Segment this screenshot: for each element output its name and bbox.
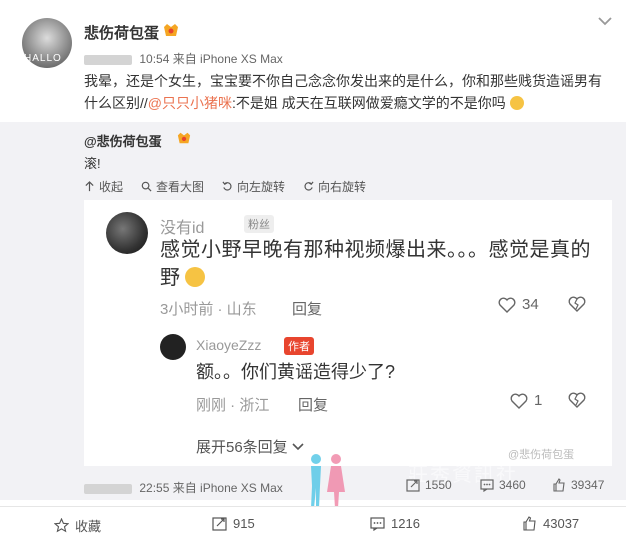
blurred-date <box>84 483 132 494</box>
expand-replies-label: 展开56条回复 <box>196 439 288 456</box>
collapse-label: 收起 <box>99 179 124 194</box>
comment1-text-body: 感觉小野早晚有那种视频爆出来。。。感觉是真的野 <box>160 239 591 289</box>
thumbs-up-icon <box>523 516 536 531</box>
embedded-image[interactable]: 没有id 粉丝 感觉小野早晚有那种视频爆出来。。。感觉是真的野 3小时前 · 山… <box>84 200 612 466</box>
comment2-text: 额。。你们黄谣造得少了? <box>196 362 396 382</box>
expand-replies: 展开56条回复 <box>196 436 304 457</box>
rotate-right-icon <box>304 181 314 191</box>
comment1-name: 没有id <box>160 220 205 237</box>
like-button[interactable]: 43037 <box>522 516 579 531</box>
share-icon <box>212 517 227 531</box>
repost-button[interactable]: 915 <box>212 516 255 531</box>
heart-icon <box>510 393 528 409</box>
collapse-button[interactable]: 收起 <box>84 178 123 194</box>
author-badge: 作者 <box>284 337 314 355</box>
post-meta: 10:54 来自 iPhone XS Max <box>84 50 283 67</box>
like-count: 39347 <box>571 478 605 492</box>
comment2-meta: 刚刚 · 浙江 <box>196 397 270 414</box>
rotate-right-label: 向右旋转 <box>318 179 367 194</box>
post-text-after: :不是姐 成天在互联网做爱瘾文学的不是你吗 <box>232 95 506 111</box>
commenter-avatar <box>106 212 148 254</box>
comment-action-count: 1216 <box>391 516 420 531</box>
comment-icon <box>480 479 494 492</box>
blurred-date <box>84 54 132 65</box>
view-large-label: 查看大图 <box>156 179 205 194</box>
repost-text: 滚! <box>84 156 101 171</box>
like-action-count: 43037 <box>543 516 580 531</box>
thumbs-up-icon <box>553 478 565 492</box>
post-username[interactable]: 悲伤荷包蛋 <box>84 22 159 43</box>
repost-action-count: 915 <box>233 516 255 531</box>
rotate-left-label: 向左旋转 <box>237 179 286 194</box>
rotate-left-icon <box>222 181 232 191</box>
post-card: HALLO 悲伤荷包蛋 10:54 来自 iPhone XS Max 我晕，还是… <box>0 0 626 122</box>
comment1-meta: 3小时前 · 山东 <box>160 301 257 318</box>
collapse-icon <box>85 180 94 191</box>
laughing-emoji-icon <box>184 267 205 287</box>
watermark-figures <box>311 454 345 508</box>
favorite-button[interactable]: 收藏 <box>54 516 101 535</box>
comment1-likes: 34 <box>498 296 539 313</box>
rotate-right-button[interactable]: 向右旋转 <box>303 178 366 194</box>
crying-emoji-icon <box>509 96 524 110</box>
heart-icon <box>498 297 516 313</box>
repost-username[interactable]: @悲伤荷包蛋 <box>84 131 162 150</box>
repost-stat[interactable]: 1550 <box>406 478 452 492</box>
broken-heart-icon <box>568 296 586 312</box>
avatar-text: HALLO <box>24 53 62 64</box>
comment2-like-count: 1 <box>534 392 543 409</box>
post-text: 我晕，还是个女生，宝宝要不你自己念念你发出来的是什么，你和那些贱货造谣男有什么区… <box>84 70 612 114</box>
comment-button[interactable]: 1216 <box>370 516 420 531</box>
chevron-down-icon <box>292 442 304 450</box>
comment2-reply: 回复 <box>298 397 329 414</box>
image-toolbar: 收起 查看大图 向左旋转 向右旋转 <box>84 178 366 194</box>
star-icon <box>54 518 69 533</box>
view-large-button[interactable]: 查看大图 <box>141 178 204 194</box>
share-icon <box>406 479 420 492</box>
action-bar: 收藏 915 1216 43037 <box>0 506 626 539</box>
mention-link[interactable]: @只只小猪咪 <box>148 95 232 111</box>
comment-count: 3460 <box>499 478 526 492</box>
magnifier-icon <box>141 181 152 192</box>
comment2-name: XiaoyeZzz <box>196 337 262 353</box>
like-stat[interactable]: 39347 <box>552 478 604 492</box>
comment1-reply: 回复 <box>292 301 323 318</box>
repost-time[interactable]: 22:55 <box>139 481 169 495</box>
repost-count: 1550 <box>425 478 452 492</box>
chevron-down-icon[interactable] <box>598 16 612 26</box>
vip-badge-icon <box>164 24 178 36</box>
avatar[interactable]: HALLO <box>22 18 72 68</box>
repost-meta: 22:55 来自 iPhone XS Max <box>84 479 283 496</box>
comment2-likes: 1 <box>510 392 542 409</box>
broken-heart-icon <box>568 392 586 408</box>
comment-stat[interactable]: 3460 <box>480 478 526 492</box>
post-source: 来自 iPhone XS Max <box>172 52 283 66</box>
comment-icon <box>370 517 385 531</box>
post-time[interactable]: 10:54 <box>139 52 169 66</box>
vip-badge-icon <box>177 132 191 144</box>
comment1-like-count: 34 <box>522 296 539 313</box>
rotate-left-button[interactable]: 向左旋转 <box>222 178 285 194</box>
favorite-label: 收藏 <box>75 519 102 534</box>
comment1-text: 感觉小野早晚有那种视频爆出来。。。感觉是真的野 <box>160 236 600 292</box>
author-avatar <box>160 334 186 360</box>
fan-badge: 粉丝 <box>244 215 274 233</box>
repost-source: 来自 iPhone XS Max <box>172 481 283 495</box>
